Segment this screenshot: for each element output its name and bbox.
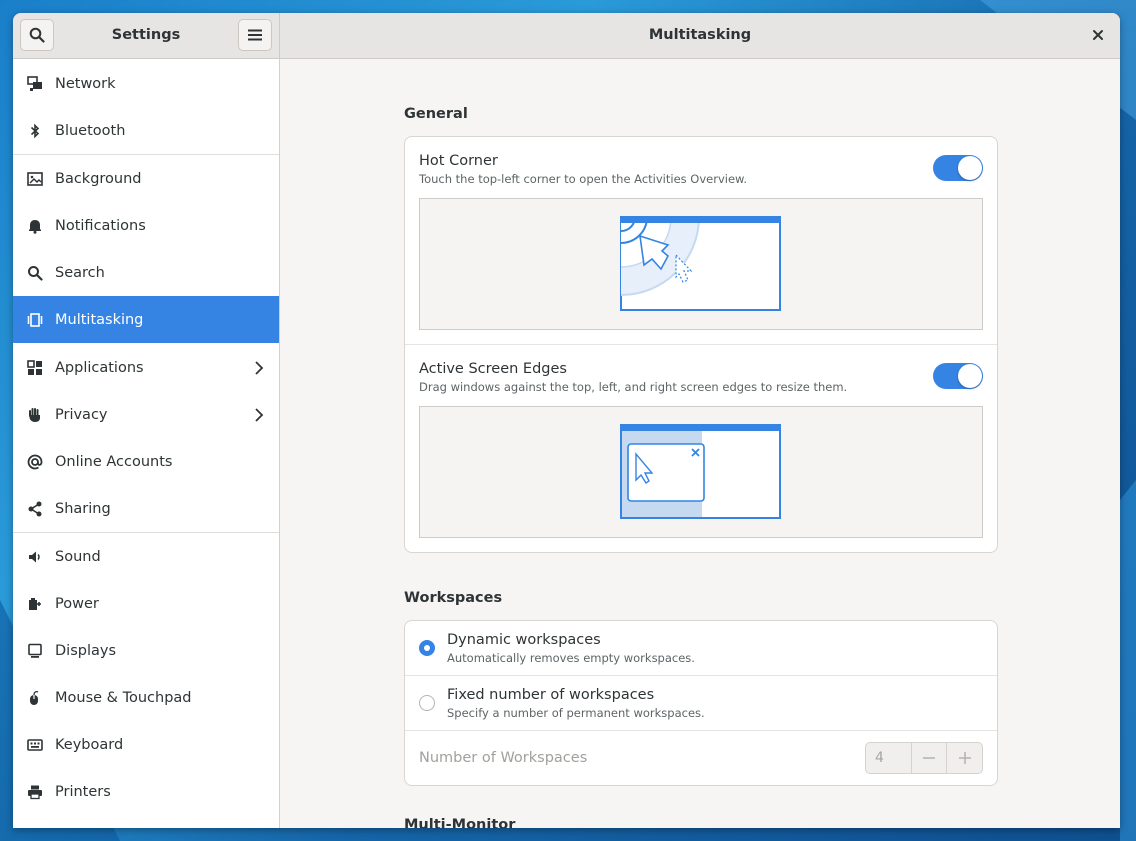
power-icon (27, 596, 43, 612)
at-icon (27, 454, 43, 470)
sidebar-item-bluetooth[interactable]: Bluetooth (13, 107, 279, 154)
sidebar-item-printers[interactable]: Printers (13, 768, 279, 815)
hot-corner-illustration-image (620, 216, 781, 311)
workspace-count-spinbutton[interactable]: 4 (865, 742, 983, 774)
workspaces-card: Dynamic workspaces Automatically removes… (404, 620, 998, 786)
sidebar-item-background[interactable]: Background (13, 155, 279, 202)
sidebar-item-multitasking[interactable]: Multitasking (13, 296, 279, 343)
sidebar-item-notifications[interactable]: Notifications (13, 202, 279, 249)
sidebar-item-network[interactable]: Network (13, 60, 279, 107)
chevron-right-icon (255, 407, 264, 422)
sidebar-item-label: Notifications (55, 217, 146, 234)
sidebar-item-label: Printers (55, 783, 111, 800)
sidebar-item-label: Search (55, 264, 105, 281)
card-divider (405, 344, 997, 345)
active-edges-illustration (419, 406, 983, 538)
sidebar-item-label: Sound (55, 548, 101, 565)
section-title-workspaces: Workspaces (404, 590, 503, 606)
network-icon (27, 75, 43, 92)
sidebar-item-mouse-touchpad[interactable]: Mouse & Touchpad (13, 674, 279, 721)
active-edges-illustration-image (620, 424, 781, 519)
fixed-workspaces-title: Fixed number of workspaces (447, 687, 655, 703)
minus-icon (922, 757, 935, 759)
mouse-icon (27, 690, 43, 706)
display-icon (27, 643, 43, 659)
general-card: Hot Corner Touch the top-left corner to … (404, 136, 998, 553)
fixed-workspaces-subtitle: Specify a number of permanent workspaces… (447, 706, 705, 720)
card-divider (405, 730, 997, 731)
sidebar-item-label: Keyboard (55, 736, 124, 753)
hamburger-icon (248, 29, 262, 41)
sidebar: Network Bluetooth Background Notificatio… (13, 59, 280, 828)
background-icon (27, 171, 43, 187)
sidebar-item-label: Online Accounts (55, 453, 173, 470)
sidebar-item-label: Power (55, 595, 99, 612)
sidebar-item-online-accounts[interactable]: Online Accounts (13, 438, 279, 485)
multitasking-icon (27, 312, 43, 328)
apps-icon (27, 359, 43, 376)
active-edges-title: Active Screen Edges (419, 361, 567, 377)
sidebar-item-search[interactable]: Search (13, 249, 279, 296)
hot-corner-illustration (419, 198, 983, 330)
close-icon[interactable] (1090, 27, 1106, 43)
fixed-workspaces-radio[interactable] (419, 695, 435, 711)
speaker-icon (27, 549, 43, 565)
plus-icon (958, 752, 971, 764)
hand-icon (27, 407, 43, 423)
sidebar-item-privacy[interactable]: Privacy (13, 391, 279, 438)
sidebar-item-power[interactable]: Power (13, 580, 279, 627)
settings-window: Settings Network Bluetooth Background No… (13, 13, 1120, 828)
sidebar-header: Settings (13, 13, 280, 59)
sidebar-item-label: Sharing (55, 500, 111, 517)
hot-corner-toggle[interactable] (933, 155, 983, 181)
sidebar-item-displays[interactable]: Displays (13, 627, 279, 674)
section-title-multi-monitor: Multi-Monitor (404, 817, 516, 828)
card-divider (405, 675, 997, 676)
decrement-button[interactable] (912, 743, 948, 773)
sidebar-item-label: Background (55, 170, 142, 187)
workspace-count-value[interactable]: 4 (866, 743, 912, 773)
active-edges-subtitle: Drag windows against the top, left, and … (419, 380, 848, 394)
bell-icon (27, 218, 43, 234)
sidebar-item-label: Bluetooth (55, 122, 126, 139)
printer-icon (27, 784, 43, 800)
main-menu-button[interactable] (238, 19, 272, 51)
bluetooth-icon (27, 123, 43, 139)
hot-corner-subtitle: Touch the top-left corner to open the Ac… (419, 172, 748, 186)
main-content: General Hot Corner Touch the top-left co… (281, 59, 1120, 828)
sidebar-item-keyboard[interactable]: Keyboard (13, 721, 279, 768)
active-edges-toggle[interactable] (933, 363, 983, 389)
sidebar-item-label: Displays (55, 642, 117, 659)
dynamic-workspaces-radio[interactable] (419, 640, 435, 656)
sidebar-item-label: Network (55, 75, 116, 92)
share-icon (27, 501, 43, 517)
sidebar-item-applications[interactable]: Applications (13, 344, 279, 391)
section-title-general: General (404, 106, 468, 122)
chevron-right-icon (255, 360, 264, 375)
sidebar-item-label: Privacy (55, 406, 108, 423)
header-bar: Multitasking (280, 13, 1120, 59)
page-title: Multitasking (648, 27, 752, 43)
sidebar-item-label: Applications (55, 359, 144, 376)
dynamic-workspaces-title: Dynamic workspaces (447, 632, 601, 648)
sidebar-item-sound[interactable]: Sound (13, 533, 279, 580)
dynamic-workspaces-subtitle: Automatically removes empty workspaces. (447, 651, 695, 665)
increment-button[interactable] (947, 743, 982, 773)
sidebar-item-sharing[interactable]: Sharing (13, 485, 279, 532)
workspace-count-label: Number of Workspaces (419, 750, 588, 766)
sidebar-item-label: Multitasking (55, 311, 144, 328)
keyboard-icon (27, 737, 43, 753)
sidebar-item-label: Mouse & Touchpad (55, 689, 192, 706)
search-icon (27, 265, 43, 281)
hot-corner-title: Hot Corner (419, 153, 498, 169)
